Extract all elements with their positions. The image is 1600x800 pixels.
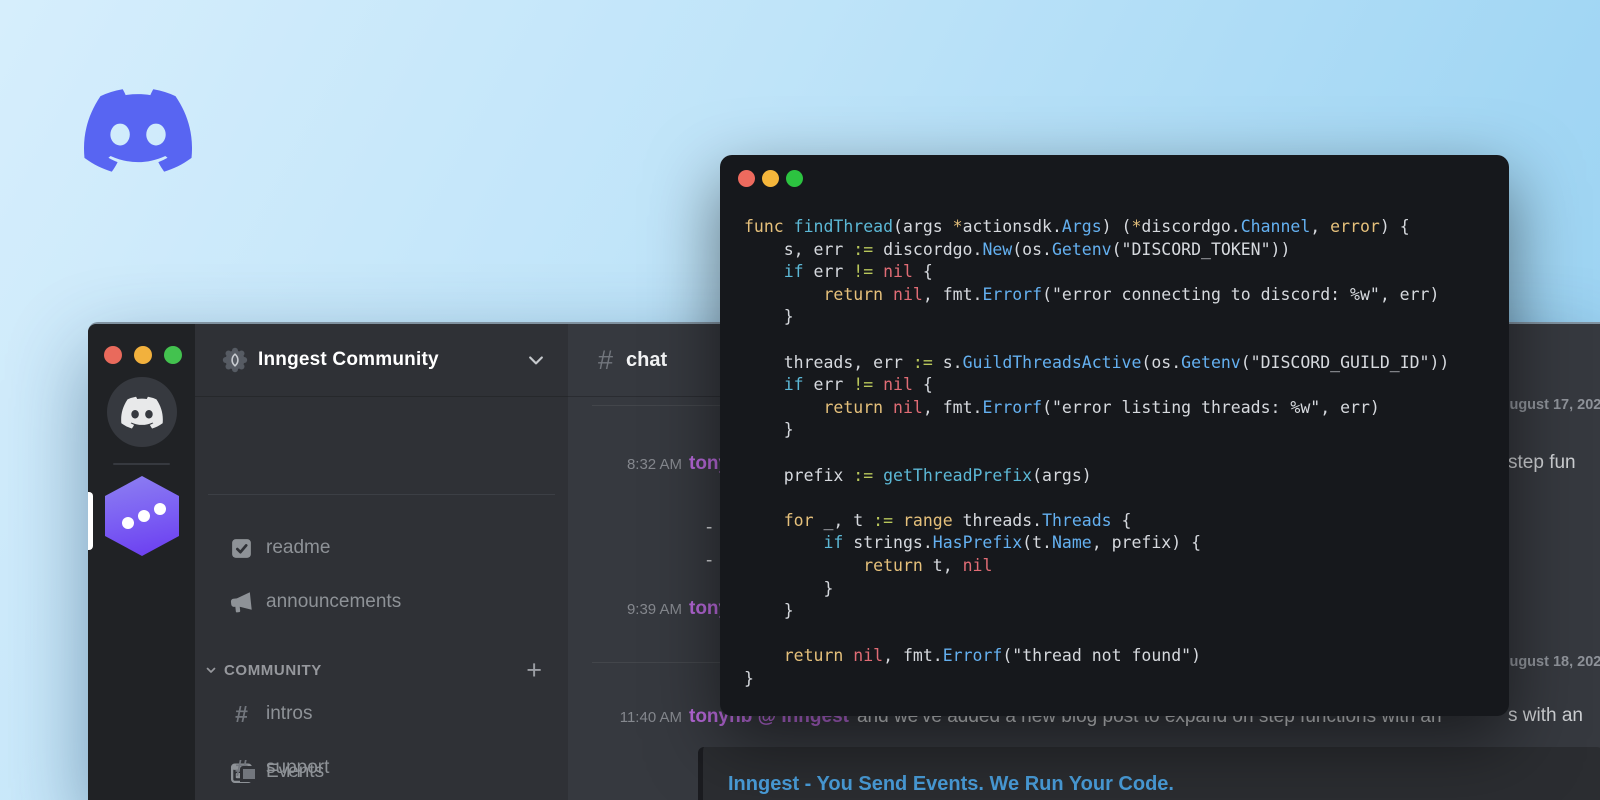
discord-home-icon	[121, 396, 163, 429]
window-controls	[104, 346, 182, 364]
inngest-server-icon[interactable]	[105, 476, 179, 556]
list-bullet: -	[706, 550, 713, 571]
hash-icon: #	[235, 700, 248, 727]
channel-label: announcements	[266, 591, 402, 612]
rules-check-icon	[228, 536, 255, 561]
marketing-backdrop: Inngest Community Events readme announce…	[0, 0, 1600, 800]
link-embed: Inngest - You Send Events. We Run Your C…	[698, 747, 1600, 800]
zoom-button[interactable]	[786, 170, 803, 187]
list-bullet: -	[706, 517, 713, 538]
sidebar-item-readme[interactable]: readme	[228, 533, 330, 563]
channel-label: support	[266, 757, 330, 778]
megaphone-icon	[228, 590, 255, 615]
sidebar-item-intros[interactable]: # intros	[228, 699, 312, 729]
hash-bubble-icon: #	[228, 756, 258, 782]
close-button[interactable]	[104, 346, 122, 364]
chevron-down-icon	[206, 667, 216, 673]
channel-sidebar: Inngest Community Events readme announce…	[195, 324, 568, 800]
active-server-pill	[88, 492, 93, 550]
message-timestamp: 8:32 AM	[626, 455, 682, 473]
channel-title: chat	[626, 348, 668, 371]
channel-label: intros	[266, 703, 313, 724]
rail-divider	[113, 463, 170, 465]
server-name: Inngest Community	[258, 349, 439, 370]
chevron-down-icon[interactable]	[526, 350, 546, 370]
discord-home-button[interactable]	[107, 377, 177, 447]
sidebar-item-support[interactable]: # support	[228, 753, 329, 783]
community-badge-icon	[222, 347, 248, 373]
add-channel-icon[interactable]: +	[526, 656, 542, 684]
close-button[interactable]	[738, 170, 755, 187]
section-label: COMMUNITY	[224, 661, 322, 679]
window-controls	[738, 170, 803, 187]
server-header[interactable]: Inngest Community	[195, 324, 568, 397]
hash-icon: #	[598, 344, 614, 375]
code-block: func findThread(args *actionsdk.Args) (*…	[744, 217, 1450, 688]
server-rail	[88, 324, 195, 800]
message-timestamp: 9:39 AM	[626, 600, 682, 618]
sidebar-section-community[interactable]: COMMUNITY +	[205, 656, 542, 684]
sidebar-divider	[208, 494, 555, 495]
message-text-fragment: step fun	[1508, 452, 1576, 473]
code-editor-window: func findThread(args *actionsdk.Args) (*…	[720, 155, 1509, 716]
channel-label: readme	[266, 537, 331, 558]
sidebar-item-announcements[interactable]: announcements	[228, 587, 401, 617]
discord-logo-icon	[84, 89, 192, 172]
embed-title-link[interactable]: Inngest - You Send Events. We Run Your C…	[728, 773, 1600, 796]
message-timestamp: 11:40 AM	[619, 708, 682, 726]
message-text-fragment: s with an	[1508, 705, 1583, 726]
minimize-button[interactable]	[762, 170, 779, 187]
minimize-button[interactable]	[134, 346, 152, 364]
zoom-button[interactable]	[164, 346, 182, 364]
